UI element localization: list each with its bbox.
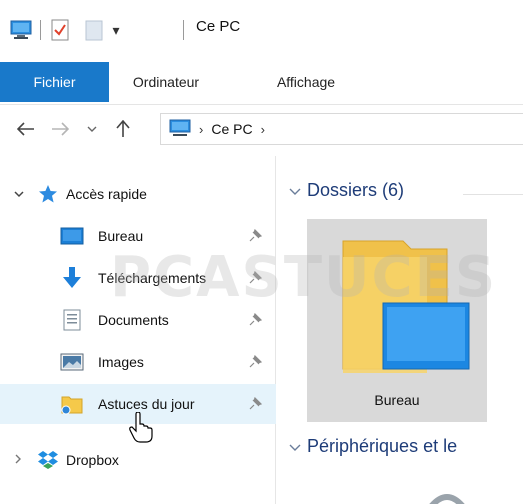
folder-icon (60, 392, 84, 416)
images-icon (60, 350, 84, 374)
tab-affichage[interactable]: Affichage (258, 62, 354, 102)
tab-fichier[interactable]: Fichier (0, 62, 109, 102)
group-header-peripheriques[interactable]: Périphériques et le (289, 436, 457, 457)
tree-item-label: Accès rapide (66, 186, 147, 202)
tree-item-quick-access[interactable]: Accès rapide (0, 174, 276, 214)
chevron-right-icon[interactable]: › (199, 122, 203, 137)
toolbar-separator (40, 20, 41, 40)
tree-item-label: Dropbox (66, 452, 119, 468)
drive-icon (429, 494, 465, 504)
back-button[interactable] (12, 115, 40, 143)
navigation-row: › Ce PC › (0, 104, 523, 155)
computer-icon (169, 119, 191, 140)
title-bar: ▾ Ce PC (0, 0, 523, 60)
properties-icon[interactable] (47, 17, 73, 43)
pin-icon[interactable] (246, 311, 264, 329)
tree-item-dropbox[interactable]: Dropbox (0, 440, 276, 480)
documents-icon (60, 308, 84, 332)
chevron-down-icon[interactable] (289, 439, 301, 455)
tab-ordinateur[interactable]: Ordinateur (118, 62, 214, 102)
address-segment[interactable]: Ce PC (211, 121, 252, 137)
address-bar[interactable]: › Ce PC › (160, 113, 523, 145)
recent-locations-button[interactable] (82, 115, 102, 143)
pin-icon[interactable] (246, 353, 264, 371)
pin-icon[interactable] (246, 227, 264, 245)
forward-button[interactable] (46, 115, 74, 143)
ribbon-tabs: Fichier Ordinateur Affichage (0, 62, 523, 102)
new-folder-icon[interactable] (81, 17, 107, 43)
chevron-right-icon[interactable]: › (261, 122, 265, 137)
chevron-down-icon (87, 126, 97, 132)
chevron-right-icon[interactable] (14, 453, 22, 467)
tree-item-telechargements[interactable]: Téléchargements (0, 258, 276, 298)
forward-arrow-icon (52, 122, 69, 136)
tree-item-label: Images (98, 354, 144, 370)
navigation-pane: Accès rapide Bureau Téléchargements Docu… (0, 156, 276, 504)
hand-cursor-icon (129, 412, 153, 443)
customize-dropdown-icon[interactable]: ▾ (107, 22, 125, 39)
folder-label: Bureau (374, 392, 420, 408)
tree-item-images[interactable]: Images (0, 342, 276, 382)
tree-item-bureau[interactable]: Bureau (0, 216, 276, 256)
tree-item-label: Téléchargements (98, 270, 207, 286)
computer-icon[interactable] (8, 17, 34, 43)
chevron-down-icon[interactable] (289, 183, 301, 199)
quick-access-toolbar: ▾ (8, 14, 125, 46)
up-arrow-icon (116, 120, 130, 137)
window-title: Ce PC (196, 18, 241, 35)
title-separator (183, 20, 184, 40)
tree-item-label: Astuces du jour (98, 396, 195, 412)
tree-item-label: Documents (98, 312, 169, 328)
back-arrow-icon (17, 122, 34, 136)
pin-icon[interactable] (246, 395, 264, 413)
chevron-down-icon[interactable] (14, 187, 24, 201)
tree-item-label: Bureau (98, 228, 144, 244)
folder-item-bureau[interactable]: Bureau (307, 219, 487, 422)
up-button[interactable] (110, 115, 136, 143)
tree-item-documents[interactable]: Documents (0, 300, 276, 340)
group-header-label: Dossiers (6) (307, 180, 405, 200)
desktop-folder-icon (342, 240, 470, 373)
pin-icon[interactable] (246, 269, 264, 287)
content-pane: Dossiers (6) Bureau Périphériques et le (277, 156, 523, 504)
dropbox-icon (36, 448, 60, 472)
group-divider (463, 194, 523, 195)
star-icon (36, 182, 60, 206)
group-header-dossiers[interactable]: Dossiers (6) (289, 180, 404, 201)
desktop-icon (60, 224, 84, 248)
download-icon (60, 266, 84, 290)
group-header-label: Périphériques et le (307, 436, 458, 456)
